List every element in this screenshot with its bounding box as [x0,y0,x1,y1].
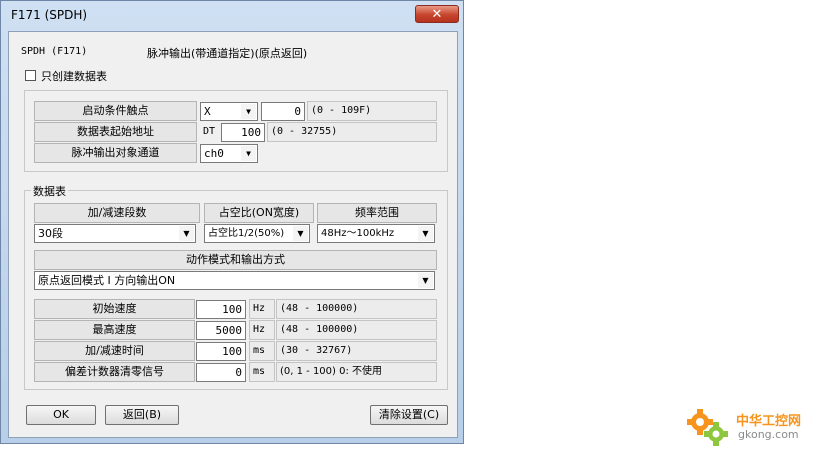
mode-value: 原点返回模式 I 方向输出ON [38,274,176,287]
param-range: (48 - 100000) [276,299,437,319]
freq-range-value: 48Hz～100kHz [321,228,395,239]
duty-value: 占空比1/2(50%) [208,228,285,239]
instruction-code: SPDH (F171) [21,46,88,57]
param-input[interactable]: 0 [196,363,246,382]
watermark-logo: 中华工控网 gkong.com [684,404,814,450]
ok-button[interactable]: OK [26,405,96,425]
chevron-down-icon[interactable]: ▼ [179,226,194,241]
chevron-down-icon[interactable]: ▼ [241,104,256,119]
contact-address-input[interactable]: 0 [261,102,305,121]
mode-label: 动作模式和输出方式 [34,250,437,270]
param-range: (0, 1 - 100) 0: 不使用 [276,362,437,382]
duty-label: 占空比(ON宽度) [204,203,314,223]
chevron-down-icon[interactable]: ▼ [418,273,433,288]
param-label: 偏差计数器清零信号 [34,362,195,382]
param-label: 初始速度 [34,299,195,319]
dialog-body: SPDH (F171) 脉冲输出(带通道指定)(原点返回) 只创建数据表 启动条… [8,31,458,438]
dialog-window: F171 (SPDH) ✕ SPDH (F171) 脉冲输出(带通道指定)(原点… [0,0,464,444]
freq-range-label: 频率范围 [317,203,437,223]
channel-label: 脉冲输出对象通道 [34,143,197,163]
param-input[interactable]: 5000 [196,321,246,340]
freq-range-select[interactable]: 48Hz～100kHz ▼ [317,224,435,243]
mode-select[interactable]: 原点返回模式 I 方向输出ON ▼ [34,271,435,290]
param-unit: ms [249,341,275,361]
accel-steps-label: 加/减速段数 [34,203,200,223]
back-button[interactable]: 返回(B) [105,405,179,425]
device-select[interactable]: X ▼ [200,102,258,121]
close-button[interactable]: ✕ [415,5,459,23]
data-table-label: 数据表 [31,183,68,199]
only-table-checkbox[interactable] [25,70,36,81]
chevron-down-icon[interactable]: ▼ [418,226,433,241]
channel-select[interactable]: ch0 ▼ [200,144,258,163]
param-input[interactable]: 100 [196,300,246,319]
watermark-site: gkong.com [738,428,799,441]
param-range: (30 - 32767) [276,341,437,361]
window-title: F171 (SPDH) [11,8,88,22]
param-label: 最高速度 [34,320,195,340]
param-range: (48 - 100000) [276,320,437,340]
clear-button[interactable]: 清除设置(C) [370,405,448,425]
table-start-range: (0 - 32755) [267,122,437,142]
title-bar[interactable]: F171 (SPDH) ✕ [1,1,463,29]
chevron-down-icon[interactable]: ▼ [241,146,256,161]
accel-steps-value: 30段 [38,227,63,240]
instruction-description: 脉冲输出(带通道指定)(原点返回) [147,47,308,60]
param-input[interactable]: 100 [196,342,246,361]
chevron-down-icon[interactable]: ▼ [293,226,308,241]
channel-value: ch0 [204,147,224,160]
contact-range: (0 - 109F) [307,101,437,121]
param-unit: ms [249,362,275,382]
table-start-label: 数据表起始地址 [34,122,197,142]
accel-steps-select[interactable]: 30段 ▼ [34,224,196,243]
only-table-label: 只创建数据表 [41,70,107,83]
param-unit: Hz [249,320,275,340]
duty-select[interactable]: 占空比1/2(50%) ▼ [204,224,310,243]
watermark-brand: 中华工控网 [736,414,802,429]
table-prefix: DT [203,126,216,137]
device-value: X [204,105,211,118]
param-label: 加/减速时间 [34,341,195,361]
gear-logo-icon [687,409,728,446]
table-start-input[interactable]: 100 [221,123,265,142]
start-contact-label: 启动条件触点 [34,101,197,121]
param-unit: Hz [249,299,275,319]
